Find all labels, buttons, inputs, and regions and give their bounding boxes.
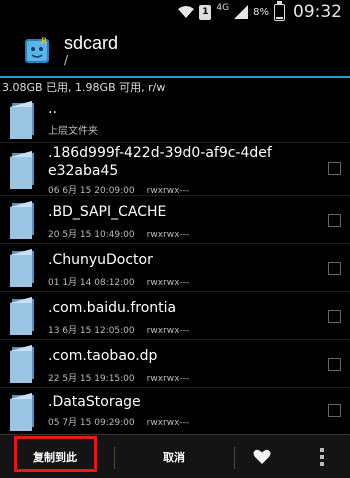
file-name: .186d999f-422d-39d0-af9c-4defe32aba45 [48,145,272,179]
list-item-parent-folder[interactable]: .. 上层文件夹 [0,96,350,143]
action-bar: R sdcard / [0,24,350,76]
file-meta: 05 7月 15 09:29:00 rwxrwx--- [48,418,190,428]
list-item[interactable]: .DataStorage 05 7月 15 09:29:00 rwxrwx--- [0,388,350,434]
cancel-button[interactable]: 取消 [116,435,232,478]
folder-icon [10,249,34,287]
file-meta: 13 6月 15 12:05:00 rwxrwx--- [48,326,190,336]
file-name: .BD_SAPI_CACHE [48,204,167,220]
list-item[interactable]: .com.taobao.dp 22 5月 15 19:15:00 rwxrwx--… [0,340,350,388]
folder-icon [10,393,34,431]
select-checkbox[interactable] [328,310,341,323]
folder-icon [10,101,34,139]
file-list: .. 上层文件夹 .186d999f-422d-39d0-af9c-4defe3… [0,96,350,434]
select-checkbox[interactable] [328,162,341,175]
select-checkbox[interactable] [328,358,341,371]
file-meta: 06 6月 15 20:09:00 rwxrwx--- [48,186,190,196]
folder-icon [10,201,34,239]
network-type: 4G [216,3,230,13]
folder-icon [10,151,34,189]
list-item[interactable]: .ChunyuDoctor 01 1月 14 08:12:00 rwxrwx--- [0,244,350,292]
sim-badge: 1 [199,4,212,20]
divider [114,447,115,469]
file-name: .. [48,101,57,117]
battery-percent: 8% [253,6,269,18]
storage-info: 3.08GB 已用, 1.98GB 可用, r/w [2,81,166,94]
select-checkbox[interactable] [328,404,341,417]
more-vert-icon [320,448,324,466]
list-item[interactable]: .com.baidu.frontia 13 6月 15 12:05:00 rwxr… [0,292,350,340]
list-item[interactable]: .186d999f-422d-39d0-af9c-4defe32aba45 06… [0,143,350,196]
file-meta: 22 5月 15 19:15:00 rwxrwx--- [48,374,190,384]
folder-icon [10,345,34,383]
more-options-button[interactable] [304,435,340,478]
file-meta: 20 5月 15 10:49:00 rwxrwx--- [48,230,190,240]
battery-icon [274,0,285,21]
folder-icon [10,297,34,335]
file-name: .DataStorage [48,394,141,410]
file-name: .com.baidu.frontia [48,300,177,316]
app-icon[interactable]: R [22,35,52,65]
file-name: .com.taobao.dp [48,348,158,364]
clock: 09:32 [293,2,342,22]
list-item[interactable]: .BD_SAPI_CACHE 20 5月 15 10:49:00 rwxrwx--… [0,196,350,244]
wifi-icon [178,5,195,19]
header-divider [0,76,350,78]
svg-text:R: R [41,37,47,47]
page-title: sdcard [64,33,119,53]
heart-icon [253,449,271,464]
status-bar: 1 4G 8% 09:32 [0,0,350,24]
select-checkbox[interactable] [328,214,341,227]
signal-icon [234,5,249,19]
file-meta: 01 1月 14 08:12:00 rwxrwx--- [48,278,190,288]
favorite-button[interactable] [244,435,280,478]
current-path: / [64,53,69,67]
divider [234,447,235,469]
highlight-box [14,436,97,472]
file-name: .ChunyuDoctor [48,252,153,268]
file-subtitle: 上层文件夹 [48,126,98,137]
select-checkbox[interactable] [328,262,341,275]
